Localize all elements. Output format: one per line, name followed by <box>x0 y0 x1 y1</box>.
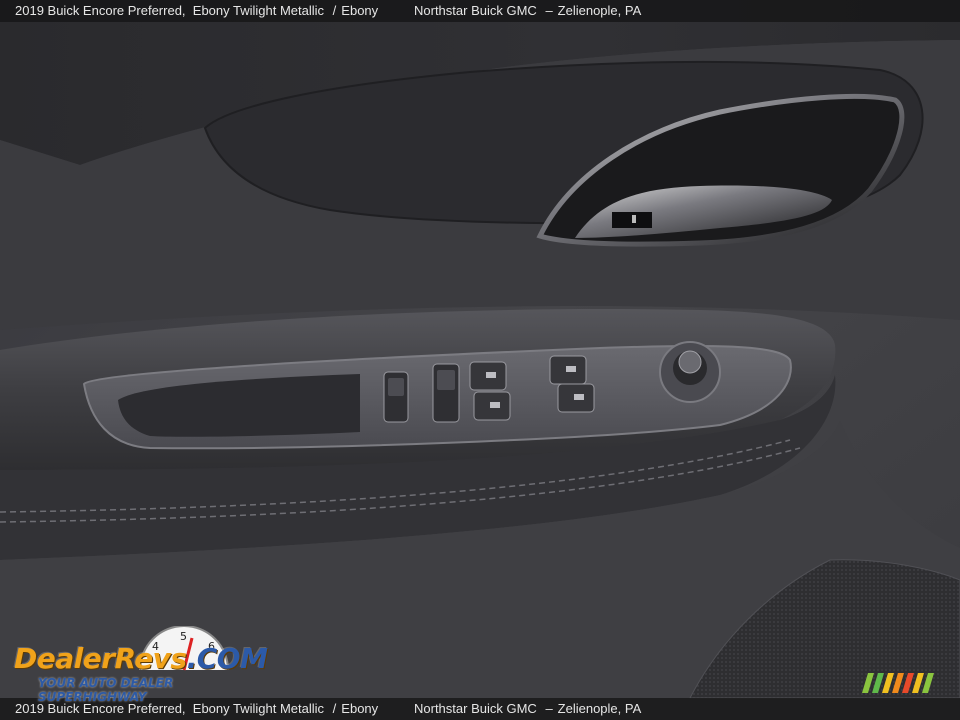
brand-logo-text: DealerRevs.COM <box>14 642 268 675</box>
brand-name: DealerRevs <box>14 642 187 675</box>
caption-dealer: Northstar Buick GMC – Zelienople, PA <box>414 698 641 720</box>
dealer-location: Zelienople, PA <box>557 3 642 18</box>
dash: – <box>545 3 553 18</box>
caption-bar-top: 2019 Buick Encore Preferred, Ebony Twili… <box>0 0 960 22</box>
vehicle-name: 2019 Buick Encore Preferred, <box>15 3 186 18</box>
caption-dealer: Northstar Buick GMC – Zelienople, PA <box>414 0 641 22</box>
dealerrevs-watermark: 4 5 6 DealerRevs.COM YOUR AUTO DEALER SU… <box>12 626 272 704</box>
brand-tagline: YOUR AUTO DEALER SUPERHIGHWAY <box>38 676 174 704</box>
interior-color: Ebony <box>341 701 379 716</box>
dealer-location: Zelienople, PA <box>557 701 642 716</box>
separator: / <box>332 3 337 18</box>
dealer-name: Northstar Buick GMC <box>414 3 537 18</box>
brand-domain: .COM <box>186 642 268 675</box>
caption-vehicle: 2019 Buick Encore Preferred, Ebony Twili… <box>15 0 378 22</box>
dash: – <box>545 701 553 716</box>
exterior-color: Ebony Twilight Metallic <box>192 3 325 18</box>
dealer-name: Northstar Buick GMC <box>414 701 537 716</box>
door-panel-photo <box>0 0 960 720</box>
separator: / <box>332 701 337 716</box>
color-stripes-logo <box>862 673 934 693</box>
interior-color: Ebony <box>341 3 379 18</box>
